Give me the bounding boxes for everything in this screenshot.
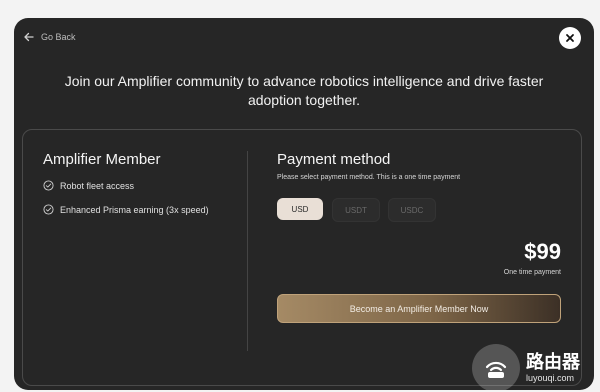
payment-option-usd[interactable]: USD	[277, 198, 323, 220]
modal-headline: Join our Amplifier community to advance …	[64, 73, 544, 108]
payment-subtitle: Please select payment method. This is a …	[277, 174, 461, 181]
panel-divider	[247, 151, 248, 351]
close-button[interactable]	[559, 27, 581, 49]
go-back-label: Go Back	[41, 32, 76, 42]
go-back-button[interactable]: Go Back	[23, 31, 76, 43]
site-watermark: 路由器 luyouqi.com	[472, 344, 580, 390]
price-note: One time payment	[503, 269, 561, 276]
benefit-item: Robot fleet access	[43, 180, 134, 191]
check-circle-icon	[43, 180, 54, 191]
payment-option-usdt[interactable]: USDT	[332, 198, 380, 222]
benefit-label: Robot fleet access	[60, 180, 135, 191]
check-circle-icon	[43, 204, 54, 215]
watermark-title: 路由器	[526, 352, 580, 372]
membership-modal: Go Back Join our Amplifier community to …	[14, 18, 594, 390]
member-title: Amplifier Member	[43, 151, 161, 168]
close-icon	[566, 34, 574, 42]
price-amount: $99	[524, 239, 561, 264]
benefit-item: Enhanced Prisma earning (3x speed)	[43, 204, 209, 215]
arrow-left-icon	[24, 32, 34, 42]
watermark-subtitle: luyouqi.com	[526, 373, 575, 383]
payment-option-usdc[interactable]: USDC	[388, 198, 436, 222]
payment-title: Payment method	[277, 151, 391, 168]
router-logo-icon	[472, 344, 520, 390]
benefit-label: Enhanced Prisma earning (3x speed)	[60, 204, 209, 215]
become-member-button[interactable]: Become an Amplifier Member Now	[277, 294, 561, 323]
